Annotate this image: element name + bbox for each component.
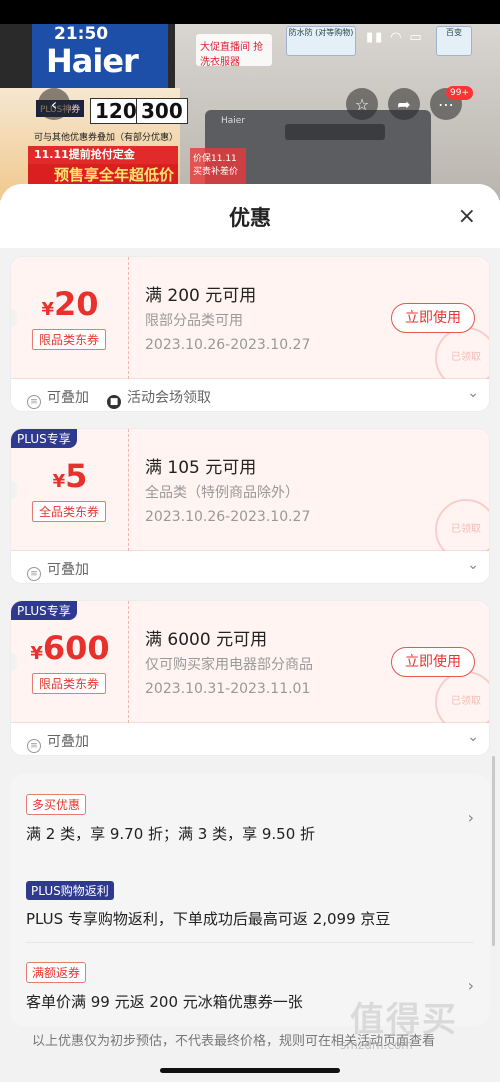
banner-feature-box: 防水防 (对等购物)	[286, 26, 356, 56]
coupon-tag: 限品类东券	[32, 329, 107, 350]
share-icon[interactable]: ➦	[388, 88, 420, 120]
stackable-text: 可叠加	[47, 734, 89, 750]
watermark-url: smzdm.com	[340, 1038, 413, 1052]
stackable-label: ≡ 可叠加	[27, 387, 89, 409]
watermark-logo: 值得买	[350, 1000, 458, 1040]
stack-icon: ≡	[27, 395, 41, 409]
coupon-scope: 全品类（特例商品除外）	[145, 485, 299, 501]
banner-note: 可与其他优惠券叠加（有部分优惠）	[34, 133, 179, 143]
coupon-card: PLUS专享 ¥600 限品类东券 满 6000 元可用 仅可购买家用电器部分商…	[10, 600, 490, 756]
stackable-text: 可叠加	[47, 390, 89, 406]
chevron-down-icon[interactable]: ⌄	[467, 729, 479, 745]
coupon-left: ¥20 限品类东券	[11, 257, 129, 379]
banner-strip-2: 预售享全年超低价	[28, 164, 178, 186]
yen-symbol: ¥	[41, 299, 54, 320]
scrollbar[interactable]	[492, 756, 495, 946]
coupon-condition: 满 6000 元可用	[145, 630, 268, 650]
brand-logo-box: 21:50 Haier	[32, 24, 168, 88]
promotion-text: 满 2 类，享 9.70 折；满 3 类，享 9.50 折	[26, 825, 316, 843]
coupon-tag: 全品类东券	[32, 501, 107, 522]
yen-symbol: ¥	[52, 471, 66, 492]
coupon-condition: 满 105 元可用	[145, 458, 257, 478]
divider	[26, 942, 474, 943]
discount-sheet: 优惠 × ¥20 限品类东券 满 200 元可用 限部分品类可用 2023.10…	[0, 184, 500, 1082]
coupon-value: 20	[54, 285, 99, 323]
coupon-amount: ¥20	[11, 285, 129, 323]
sheet-header: 优惠 ×	[0, 184, 500, 248]
stackable-label: ≡ 可叠加	[27, 559, 89, 581]
chevron-down-icon[interactable]: ⌄	[467, 557, 479, 573]
banner-strip-1: 11.11提前抢付定金	[28, 146, 178, 164]
coupon-scope: 仅可购买家用电器部分商品	[145, 657, 313, 673]
message-badge: 99+	[446, 86, 473, 100]
venue-claim-text: 活动会场领取	[127, 390, 211, 406]
promotion-text: PLUS 专享购物返利，下单成功后最高可返 2,099 京豆	[26, 910, 391, 928]
promotion-tag: 满额返券	[26, 962, 87, 983]
stack-icon: ≡	[27, 567, 41, 581]
coupon-body: ¥5 全品类东券 满 105 元可用 全品类（特例商品除外） 2023.10.2…	[11, 429, 489, 561]
promotion-item[interactable]: 多买优惠 满 2 类，享 9.70 折；满 3 类，享 9.50 折 ›	[26, 794, 474, 844]
star-icon[interactable]: ☆	[346, 88, 378, 120]
coupon-card: ¥20 限品类东券 满 200 元可用 限部分品类可用 2023.10.26-2…	[10, 256, 490, 412]
venue-icon: ■	[107, 395, 121, 409]
banner-amount-2: 300	[136, 98, 188, 124]
brand-logo: Haier	[46, 42, 139, 80]
stackable-label: ≡ 可叠加	[27, 731, 89, 753]
use-now-button[interactable]: 立即使用	[391, 303, 475, 333]
banner-feature-box-2: 百变	[436, 26, 472, 56]
promotion-tag: 多买优惠	[26, 794, 87, 815]
coupon-footer[interactable]: ≡ 可叠加 ■ 活动会场领取 ⌄	[11, 379, 489, 411]
price-protect-badge: 价保11.11 买贵补差价	[190, 148, 246, 188]
washer-panel	[285, 124, 385, 140]
coupon-card: PLUS专享 ¥5 全品类东券 满 105 元可用 全品类（特例商品除外） 20…	[10, 428, 490, 584]
coupon-body: ¥20 限品类东券 满 200 元可用 限部分品类可用 2023.10.26-2…	[11, 257, 489, 389]
product-banner: 21:50 Haier PLUS神券 120 300 可与其他优惠券叠加（有部分…	[0, 0, 500, 200]
coupon-date: 2023.10.31-2023.11.01	[145, 681, 311, 697]
home-indicator[interactable]	[160, 1068, 340, 1073]
plus-exclusive-label: PLUS专享	[11, 601, 77, 620]
close-icon[interactable]: ×	[458, 204, 476, 229]
back-icon[interactable]: ‹	[38, 88, 70, 120]
coupon-date: 2023.10.26-2023.10.27	[145, 337, 311, 353]
status-time: 21:50	[54, 24, 109, 44]
coupon-body: ¥600 限品类东券 满 6000 元可用 仅可购买家用电器部分商品 2023.…	[11, 601, 489, 733]
chevron-right-icon[interactable]: ›	[468, 976, 474, 995]
coupon-scope: 限部分品类可用	[145, 313, 243, 329]
promotions-panel: 多买优惠 满 2 类，享 9.70 折；满 3 类，享 9.50 折 › PLU…	[10, 774, 490, 1026]
stack-icon: ≡	[27, 739, 41, 753]
promotion-tag: PLUS购物返利	[26, 881, 114, 900]
coupon-amount: ¥5	[11, 457, 129, 495]
plus-exclusive-label: PLUS专享	[11, 429, 77, 448]
stackable-text: 可叠加	[47, 562, 89, 578]
coupon-value: 5	[65, 457, 88, 495]
promotion-item[interactable]: PLUS购物返利 PLUS 专享购物返利，下单成功后最高可返 2,099 京豆	[26, 880, 474, 929]
live-tag: 大促直播间 抢洗衣服器	[196, 34, 272, 68]
signal-wifi-battery-icon: ▮▮ ◠ ▭	[366, 30, 424, 45]
coupon-footer[interactable]: ≡ 可叠加 ⌄	[11, 551, 489, 583]
coupon-value: 600	[42, 629, 110, 667]
coupon-footer[interactable]: ≡ 可叠加 ⌄	[11, 723, 489, 755]
coupon-amount: ¥600	[11, 629, 129, 667]
coupon-condition: 满 200 元可用	[145, 286, 257, 306]
status-bar-bg	[0, 0, 500, 24]
chevron-right-icon[interactable]: ›	[468, 808, 474, 827]
coupon-tag: 限品类东券	[32, 673, 107, 694]
use-now-button[interactable]: 立即使用	[391, 647, 475, 677]
chevron-down-icon[interactable]: ⌄	[467, 385, 479, 401]
venue-claim-label: ■ 活动会场领取	[107, 387, 211, 409]
yen-symbol: ¥	[30, 643, 43, 664]
coupon-date: 2023.10.26-2023.10.27	[145, 509, 311, 525]
banner-amount-1: 120	[90, 98, 142, 124]
washer-brand: Haier	[221, 116, 246, 126]
sheet-title: 优惠	[229, 206, 271, 230]
